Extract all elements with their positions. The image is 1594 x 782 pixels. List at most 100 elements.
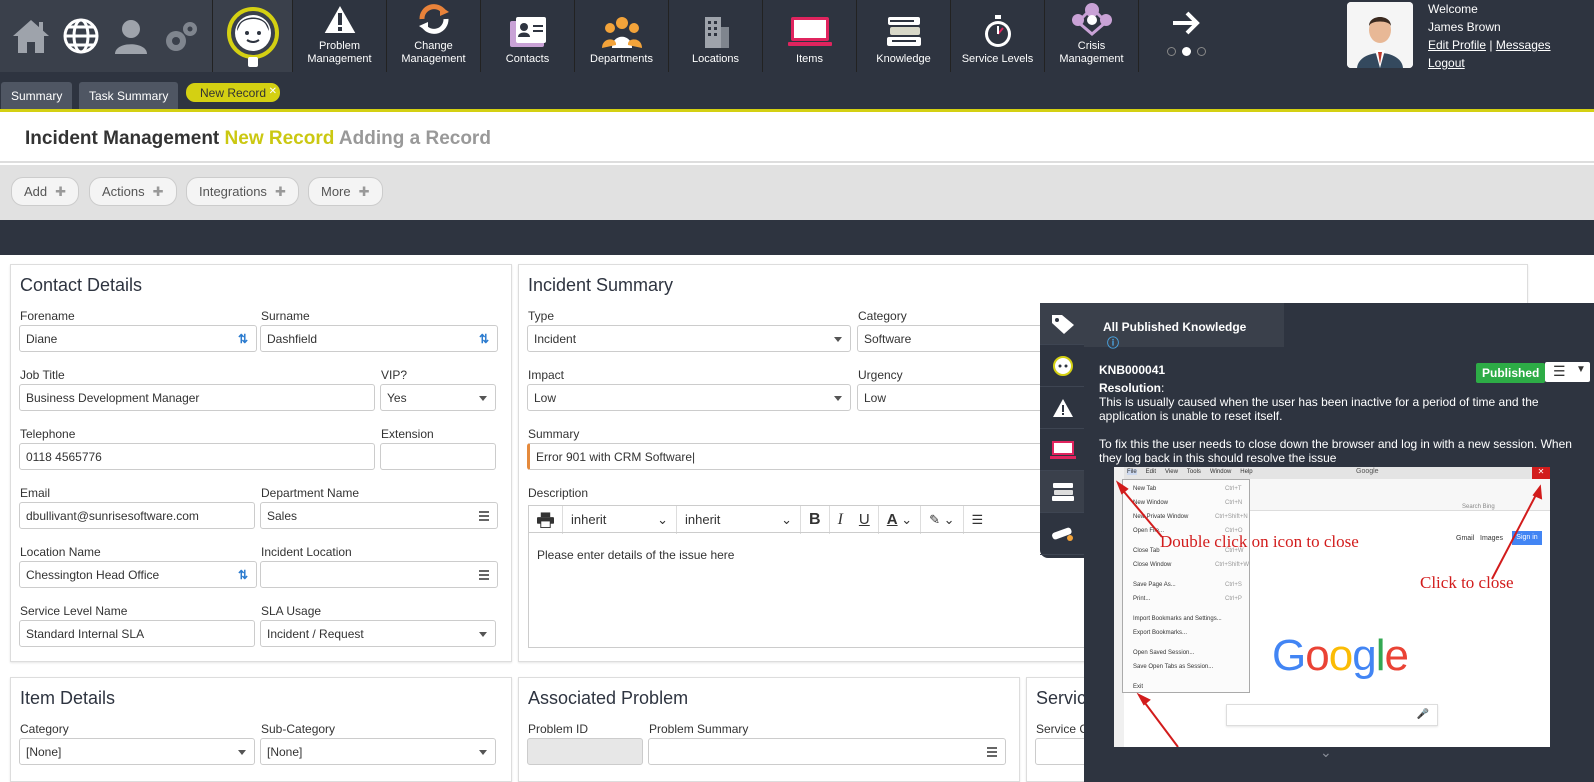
field-value: 0118 4565776: [26, 450, 102, 464]
diploma-icon[interactable]: [1040, 513, 1085, 555]
lookup-sort-icon[interactable]: ⇅: [479, 332, 489, 346]
expand-icon: ✚: [274, 184, 286, 199]
tag-icon[interactable]: [1040, 303, 1085, 345]
lookup-sort-icon[interactable]: ⇅: [238, 332, 248, 346]
actions-button[interactable]: Actions ✚: [89, 177, 177, 206]
forename-field[interactable]: Diane ⇅: [19, 325, 257, 352]
field-value: [None]: [26, 745, 62, 759]
knowledge-content: All Published Knowledge ⓘ KNB000041 Publ…: [1084, 303, 1594, 782]
module-title: Incident Management: [25, 128, 220, 149]
user-icon[interactable]: [109, 14, 153, 58]
close-tab-icon[interactable]: ✕: [269, 86, 277, 97]
integrations-button[interactable]: Integrations ✚: [186, 177, 299, 206]
item-category-label: Category: [20, 722, 69, 736]
extension-field[interactable]: [380, 443, 496, 470]
surname-field[interactable]: Dashfield ⇅: [260, 325, 498, 352]
tab-new-record[interactable]: New Record ✕: [186, 83, 281, 102]
bold-button[interactable]: B: [801, 505, 830, 534]
nav-items[interactable]: Items: [763, 0, 857, 72]
surname-label: Surname: [261, 309, 310, 323]
vip-select[interactable]: Yes: [380, 384, 496, 411]
headset-agent-logo[interactable]: [213, 0, 293, 72]
telephone-field[interactable]: 0118 4565776: [19, 443, 375, 470]
list-picker-icon[interactable]: [479, 511, 489, 523]
article-menu-button[interactable]: ☰ ▼: [1545, 362, 1590, 382]
impact-select[interactable]: Low: [527, 384, 851, 411]
scroll-down-icon[interactable]: ⌄: [1320, 744, 1332, 761]
category-field[interactable]: Software: [857, 325, 1057, 352]
nav-pager-dots[interactable]: [1166, 46, 1206, 56]
highlight-button[interactable]: ✎ ⌄: [921, 505, 964, 534]
globe-icon[interactable]: [59, 14, 103, 58]
lookup-sort-icon[interactable]: ⇅: [238, 568, 248, 582]
add-button[interactable]: Add ✚: [11, 177, 80, 206]
article-screenshot[interactable]: Google ✕ File Edit View Tools Window Hel…: [1114, 467, 1550, 747]
field-value: Low: [534, 391, 557, 405]
urgency-select[interactable]: Low: [857, 384, 1057, 411]
messages-link[interactable]: Messages: [1496, 38, 1551, 52]
description-editor[interactable]: Please enter details of the issue here: [528, 532, 1128, 648]
knowledge-header-title: All Published Knowledge: [1103, 320, 1247, 334]
button-label: Add: [24, 184, 48, 199]
page-header: Incident Management New Record Adding a …: [0, 115, 1594, 163]
nav-next-arrow[interactable]: [1139, 0, 1233, 72]
align-left-button[interactable]: ☰: [964, 506, 992, 534]
warning-icon[interactable]: [1040, 387, 1085, 429]
nav-label: Locations: [691, 53, 740, 65]
monitor-icon[interactable]: [1040, 429, 1085, 471]
field-value: dbullivant@sunrisesoftware.com: [26, 509, 199, 523]
nav-departments[interactable]: Departments: [575, 0, 669, 72]
summary-label: Summary: [528, 427, 580, 441]
department-field[interactable]: Sales: [260, 502, 498, 529]
chevron-down-icon: [479, 396, 487, 401]
list-picker-icon[interactable]: [479, 570, 489, 582]
job-title-label: Job Title: [20, 368, 65, 382]
item-subcategory-select[interactable]: [None]: [260, 738, 496, 765]
location-field[interactable]: Chessington Head Office ⇅: [19, 561, 257, 588]
underline-button[interactable]: U: [851, 505, 879, 534]
books-icon[interactable]: [1040, 471, 1085, 513]
nav-service-levels[interactable]: Service Levels: [951, 0, 1045, 72]
avatar[interactable]: [1347, 2, 1413, 68]
field-value: Chessington Head Office: [26, 568, 160, 582]
list-picker-icon[interactable]: [987, 747, 997, 759]
vip-label: VIP?: [381, 368, 408, 382]
sla-usage-select[interactable]: Incident / Request: [260, 620, 496, 647]
tab-summary[interactable]: Summary: [1, 82, 73, 109]
print-icon[interactable]: [529, 505, 563, 534]
service-level-field[interactable]: Standard Internal SLA: [19, 620, 255, 647]
nav-contacts[interactable]: Contacts: [481, 0, 575, 72]
nav-label: Crisis Management: [1059, 40, 1124, 65]
field-value: Dashfield: [267, 332, 318, 346]
welcome-text: Welcome: [1428, 2, 1478, 16]
job-title-field[interactable]: Business Development Manager: [19, 384, 375, 411]
panel-title: Contact Details: [20, 275, 143, 295]
italic-button[interactable]: I: [830, 506, 851, 534]
headset-icon[interactable]: [1040, 345, 1085, 387]
logout-link[interactable]: Logout: [1428, 56, 1465, 70]
font-family-select[interactable]: inherit ⌄: [563, 505, 677, 534]
email-field[interactable]: dbullivant@sunrisesoftware.com: [19, 502, 255, 529]
edit-profile-link[interactable]: Edit Profile: [1428, 38, 1486, 52]
text-color-button[interactable]: A ⌄: [879, 505, 922, 534]
item-category-select[interactable]: [None]: [19, 738, 255, 765]
type-select[interactable]: Incident: [527, 325, 851, 352]
forename-label: Forename: [20, 309, 75, 323]
home-icon[interactable]: [9, 14, 53, 58]
nav-crisis-management[interactable]: Crisis Management: [1045, 0, 1139, 72]
summary-input[interactable]: Error 901 with CRM Software|: [527, 443, 1057, 470]
nav-problem-management[interactable]: Problem Management: [293, 0, 387, 72]
problem-summary-field[interactable]: [648, 738, 1006, 765]
double-click-annotation: Double click on icon to close: [1160, 532, 1359, 551]
nav-change-management[interactable]: Change Management: [387, 0, 481, 72]
settings-gears-icon[interactable]: [159, 14, 203, 58]
nav-locations[interactable]: Locations: [669, 0, 763, 72]
incident-location-field[interactable]: [260, 561, 498, 588]
button-label: Actions: [102, 184, 145, 199]
nav-knowledge[interactable]: Knowledge: [857, 0, 951, 72]
panel-title: Item Details: [20, 688, 116, 708]
tab-task-summary[interactable]: Task Summary: [79, 82, 179, 109]
font-size-select[interactable]: inherit ⌄: [677, 505, 801, 534]
info-icon[interactable]: ⓘ: [1107, 336, 1119, 350]
more-button[interactable]: More ✚: [308, 177, 383, 206]
